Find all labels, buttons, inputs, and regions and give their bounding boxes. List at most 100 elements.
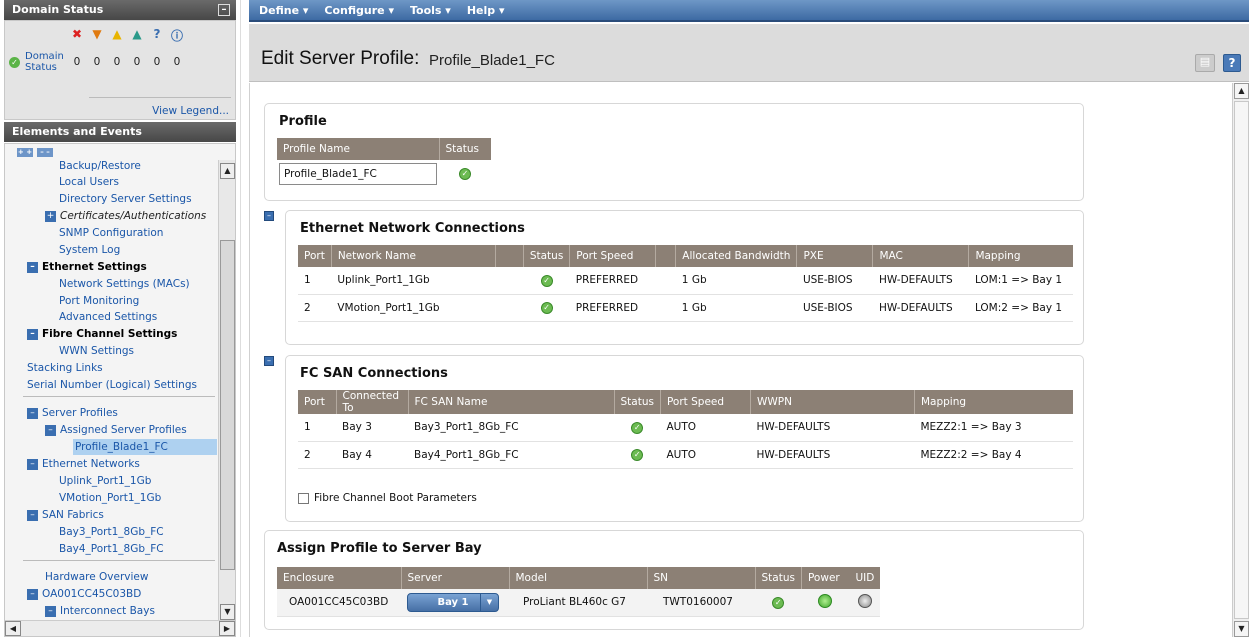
scroll-up-icon[interactable]: ▲ — [1234, 83, 1249, 99]
port-speed-cell[interactable]: AUTO — [660, 441, 751, 469]
collapse-icon[interactable]: – — [218, 4, 230, 16]
scroll-right-icon[interactable]: ▶ — [219, 621, 235, 636]
port-cell: 2 — [298, 294, 332, 322]
scroll-up-icon[interactable]: ▲ — [220, 163, 235, 179]
table-row[interactable]: 2 VMotion_Port1_1Gb ✓ PREFERRED 1 Gb USE… — [298, 294, 1073, 322]
tree-item[interactable]: Network Settings (MACs) — [59, 276, 190, 292]
tree-item[interactable]: WWN Settings — [59, 343, 134, 359]
divider — [89, 97, 231, 98]
tree-item[interactable]: Backup/Restore — [59, 160, 141, 174]
tree-item[interactable]: Uplink_Port1_1Gb — [59, 473, 151, 489]
fc-san-name-cell[interactable]: Bay3_Port1_8Gb_FC — [408, 414, 614, 442]
tree-horizontal-scrollbar[interactable]: ◀ ▶ — [5, 620, 235, 636]
scroll-down-icon[interactable]: ▼ — [1234, 621, 1249, 637]
tree-item[interactable]: – Assigned Server Profiles — [45, 422, 187, 438]
tree-item-label: Hardware Overview — [45, 571, 149, 583]
collapse-icon[interactable]: – — [45, 424, 56, 436]
tree-item[interactable]: SNMP Configuration — [59, 225, 163, 241]
port-speed-cell[interactable]: PREFERRED — [569, 267, 656, 295]
domain-status-link[interactable]: Domain Status — [25, 51, 64, 73]
tree-item[interactable]: Local Users — [59, 174, 119, 190]
collapse-fc-icon[interactable]: – — [264, 356, 274, 366]
count-info: 0 — [173, 56, 181, 68]
table-row[interactable]: OA001CC45C03BD Bay 1 ▼ ProLiant BL460c G7… — [277, 589, 881, 617]
tree-item-label: Port Monitoring — [59, 295, 140, 307]
collapse-ethernet-icon[interactable]: – — [264, 211, 274, 221]
power-icon[interactable] — [818, 593, 833, 608]
help-icon[interactable]: ? — [1223, 54, 1241, 72]
menu-tools[interactable]: Tools ▾ — [410, 4, 451, 17]
network-name-cell[interactable]: Uplink_Port1_1Gb — [331, 267, 496, 295]
panel-splitter[interactable] — [240, 0, 248, 637]
tree-item[interactable]: Bay4_Port1_8Gb_FC — [59, 541, 164, 557]
menu-help[interactable]: Help ▾ — [467, 4, 505, 17]
scroll-thumb[interactable] — [220, 240, 235, 570]
network-name-cell[interactable]: VMotion_Port1_1Gb — [331, 294, 496, 322]
tree-item[interactable]: – Fibre Channel Settings — [27, 326, 177, 342]
tree-item[interactable]: + Certificates/Authentications — [45, 208, 206, 224]
tree-item[interactable]: Hardware Overview — [45, 569, 148, 585]
col-uid: UID — [849, 567, 881, 589]
server-bay-dropdown[interactable]: Bay 1 ▼ — [407, 592, 499, 612]
collapse-icon[interactable]: – — [27, 261, 38, 273]
tree-item[interactable]: System Log — [59, 242, 120, 258]
uid-icon[interactable] — [857, 593, 872, 608]
pxe-cell[interactable]: USE-BIOS — [796, 294, 873, 322]
menu-configure[interactable]: Configure ▾ — [324, 4, 394, 17]
tree-item[interactable]: Port Monitoring — [59, 293, 139, 309]
ethernet-section: Ethernet Network Connections Port Networ… — [285, 210, 1084, 345]
port-speed-cell[interactable]: PREFERRED — [569, 294, 656, 322]
fc-san-table: Port Connected To FC SAN Name Status Por… — [298, 390, 1073, 469]
fc-boot-checkbox[interactable] — [298, 493, 309, 504]
content-vertical-scrollbar[interactable]: ▲ ▼ — [1232, 83, 1249, 637]
scroll-down-icon[interactable]: ▼ — [220, 604, 235, 620]
tree-item[interactable]: VMotion_Port1_1Gb — [59, 490, 161, 506]
menu-bar: Define ▾ Configure ▾ Tools ▾ Help ▾ — [249, 0, 1249, 22]
print-icon[interactable]: ▤ — [1195, 54, 1215, 72]
tree-item[interactable]: – Interconnect Bays — [45, 603, 155, 619]
view-legend-link[interactable]: View Legend... — [152, 105, 229, 117]
pxe-cell[interactable]: USE-BIOS — [796, 267, 873, 295]
collapse-icon[interactable]: – — [45, 605, 56, 617]
tree-item-label: OA001CC45C03BD — [42, 588, 142, 600]
connected-to-cell: Bay 4 — [336, 441, 408, 469]
fc-san-name-cell[interactable]: Bay4_Port1_8Gb_FC — [408, 441, 614, 469]
port-speed-cell[interactable]: AUTO — [660, 414, 751, 442]
profile-name-input[interactable]: Profile_Blade1_FC — [279, 162, 437, 185]
port-cell: 2 — [298, 441, 336, 469]
tree-item-label: Server Profiles — [42, 407, 118, 419]
scroll-left-icon[interactable]: ◀ — [5, 621, 21, 636]
table-row[interactable]: 2 Bay 4 Bay4_Port1_8Gb_FC ✓ AUTO HW-DEFA… — [298, 441, 1073, 469]
tree-item[interactable]: Serial Number (Logical) Settings — [27, 377, 197, 393]
collapse-icon[interactable]: – — [27, 509, 38, 521]
expand-all-button[interactable]: + + — [17, 148, 33, 157]
collapse-icon[interactable]: – — [27, 458, 38, 470]
col-sn: SN — [647, 567, 756, 589]
tree-item[interactable]: – OA001CC45C03BD — [27, 586, 141, 602]
tree-item[interactable]: Directory Server Settings — [59, 191, 192, 207]
tree-item-label: Bay4_Port1_8Gb_FC — [59, 543, 164, 555]
collapse-icon[interactable]: – — [27, 328, 38, 340]
tree-item[interactable]: Stacking Links — [27, 360, 103, 376]
menu-define[interactable]: Define ▾ — [259, 4, 308, 17]
tree-item[interactable]: – SAN Fabrics — [27, 507, 104, 523]
tree-item[interactable]: – Ethernet Networks — [27, 456, 140, 472]
expand-icon[interactable]: + — [45, 210, 56, 222]
collapse-all-button[interactable]: – – — [37, 148, 53, 157]
tree-vertical-scrollbar[interactable]: ▲ ▼ — [218, 160, 235, 620]
info-icon: ⓘ — [170, 29, 183, 43]
col-server: Server — [401, 567, 510, 589]
table-row[interactable]: 1 Uplink_Port1_1Gb ✓ PREFERRED 1 Gb USE-… — [298, 267, 1073, 295]
tree-item[interactable]: Bay3_Port1_8Gb_FC — [59, 524, 164, 540]
connected-to-cell: Bay 3 — [336, 414, 408, 442]
scroll-thumb[interactable] — [1234, 101, 1249, 619]
tree-item[interactable]: Advanced Settings — [59, 309, 157, 325]
ethernet-heading: Ethernet Network Connections — [300, 221, 525, 236]
tree-item[interactable]: – Server Profiles — [27, 405, 118, 421]
tree-item[interactable]: – Ethernet Settings — [27, 259, 147, 275]
collapse-icon[interactable]: – — [27, 588, 38, 600]
collapse-icon[interactable]: – — [27, 407, 38, 419]
table-row[interactable]: 1 Bay 3 Bay3_Port1_8Gb_FC ✓ AUTO HW-DEFA… — [298, 414, 1073, 442]
count-minor: 0 — [113, 56, 121, 68]
tree-item[interactable]: Profile_Blade1_FC — [73, 439, 217, 455]
